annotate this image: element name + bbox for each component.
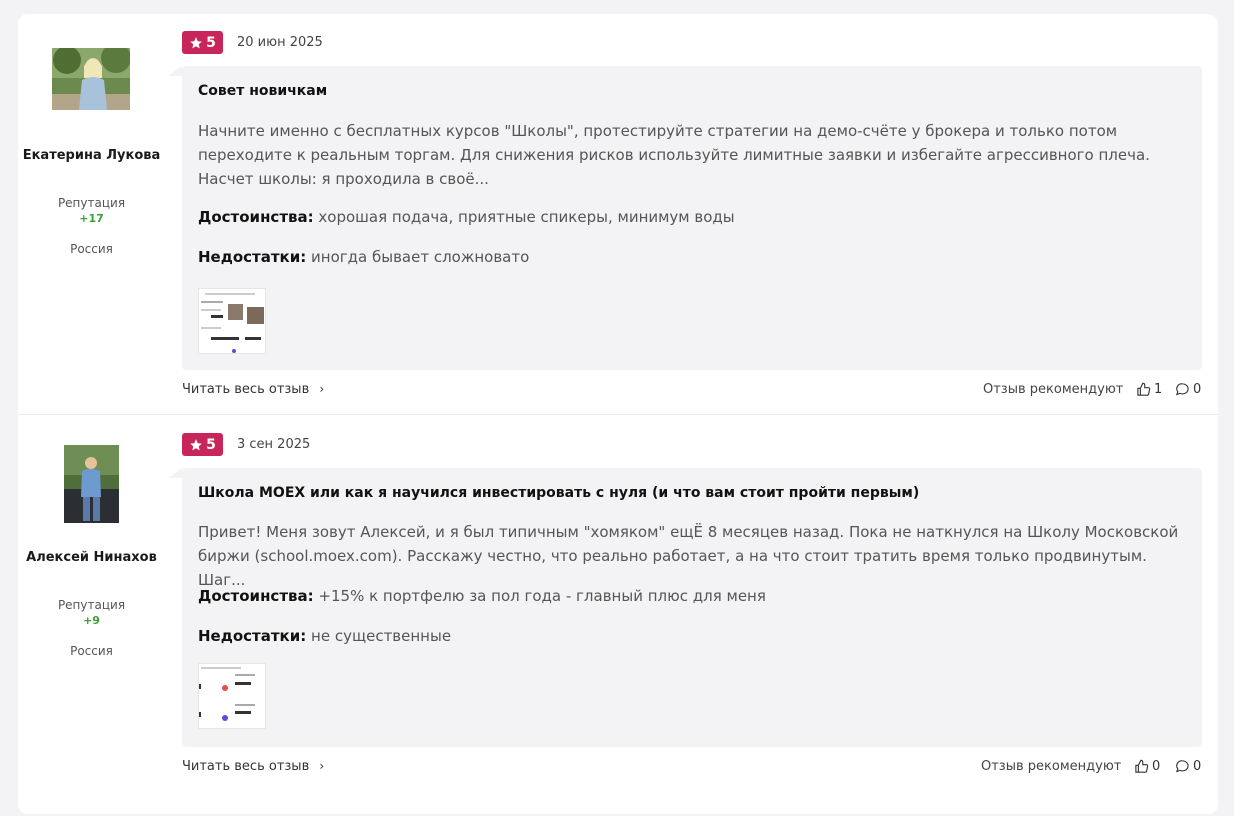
- author-name[interactable]: Алексей Нинахов: [18, 549, 165, 566]
- review-body: Школа MOEX или как я научился инвестиров…: [182, 468, 1202, 747]
- comment-count: 0: [1193, 759, 1202, 774]
- review-date: 3 сен 2025: [237, 437, 311, 452]
- like-count: 0: [1152, 759, 1161, 774]
- comment-icon: [1175, 383, 1189, 396]
- review-item: Екатерина Лукова Репутация +17 Россия 5 …: [18, 14, 1218, 415]
- review-text: Привет! Меня зовут Алексей, и я был типи…: [198, 523, 1179, 589]
- like-button[interactable]: 1: [1136, 382, 1162, 397]
- review-date: 20 июн 2025: [237, 35, 323, 50]
- recommend-label: Отзыв рекомендуют: [983, 382, 1124, 397]
- review-cons: Недостатки: не существенные: [198, 627, 451, 645]
- review-thumbnail[interactable]: [198, 663, 266, 729]
- avatar[interactable]: [52, 48, 130, 110]
- reputation-value: +17: [79, 212, 104, 225]
- read-more-label: Читать весь отзыв: [182, 759, 310, 774]
- bubble-tail: [168, 468, 182, 478]
- bubble-tail: [168, 66, 182, 76]
- pros-label: Достоинства:: [198, 208, 314, 226]
- pros-label: Достоинства:: [198, 587, 314, 605]
- recommend-label: Отзыв рекомендуют: [981, 759, 1122, 774]
- pros-text: +15% к портфелю за пол года - главный пл…: [318, 587, 766, 605]
- rating-badge: 5: [182, 31, 223, 54]
- comment-count: 0: [1193, 382, 1202, 397]
- review-item: Алексей Нинахов Репутация +9 Россия 5 3 …: [18, 416, 1218, 816]
- thumbs-up-icon: [1137, 382, 1151, 396]
- review-text: Начните именно с бесплатных курсов "Школ…: [198, 122, 1150, 188]
- cons-label: Недостатки:: [198, 627, 307, 645]
- star-icon: [190, 36, 202, 48]
- reputation-value: +9: [83, 614, 100, 627]
- reputation-label: Репутация: [57, 598, 126, 612]
- comment-icon: [1175, 760, 1189, 773]
- review-thumbnail[interactable]: [198, 288, 266, 354]
- read-full-review-link[interactable]: Читать весь отзыв ›: [182, 382, 324, 397]
- read-more-label: Читать весь отзыв: [182, 382, 310, 397]
- author-country: Россия: [70, 644, 113, 658]
- pros-text: хорошая подача, приятные спикеры, миниму…: [318, 208, 735, 226]
- review-body: Совет новичкам Начните именно с бесплатн…: [182, 66, 1202, 370]
- read-full-review-link[interactable]: Читать весь отзыв ›: [182, 759, 324, 774]
- cons-text: иногда бывает сложновато: [311, 248, 530, 266]
- chevron-right-icon: ›: [319, 759, 325, 773]
- reputation-label: Репутация: [57, 196, 126, 210]
- reviews-card: Екатерина Лукова Репутация +17 Россия 5 …: [18, 14, 1218, 814]
- rating-value: 5: [206, 436, 216, 453]
- cons-label: Недостатки:: [198, 248, 307, 266]
- chevron-right-icon: ›: [319, 382, 325, 396]
- like-button[interactable]: 0: [1134, 759, 1160, 774]
- star-icon: [190, 438, 202, 450]
- rating-badge: 5: [182, 433, 223, 456]
- avatar[interactable]: [64, 445, 119, 523]
- review-title[interactable]: Совет новичкам: [198, 83, 327, 99]
- review-title[interactable]: Школа MOEX или как я научился инвестиров…: [198, 485, 919, 501]
- thumbs-up-icon: [1135, 759, 1149, 773]
- review-pros: Достоинства: хорошая подача, приятные сп…: [198, 208, 735, 226]
- review-pros: Достоинства: +15% к портфелю за пол года…: [198, 587, 766, 605]
- review-cons: Недостатки: иногда бывает сложновато: [198, 248, 529, 266]
- comment-button[interactable]: 0: [1175, 759, 1201, 774]
- comment-button[interactable]: 0: [1175, 382, 1201, 397]
- rating-value: 5: [206, 34, 216, 51]
- author-country: Россия: [70, 242, 113, 256]
- like-count: 1: [1154, 382, 1163, 397]
- cons-text: не существенные: [311, 627, 452, 645]
- author-name[interactable]: Екатерина Лукова: [18, 147, 165, 164]
